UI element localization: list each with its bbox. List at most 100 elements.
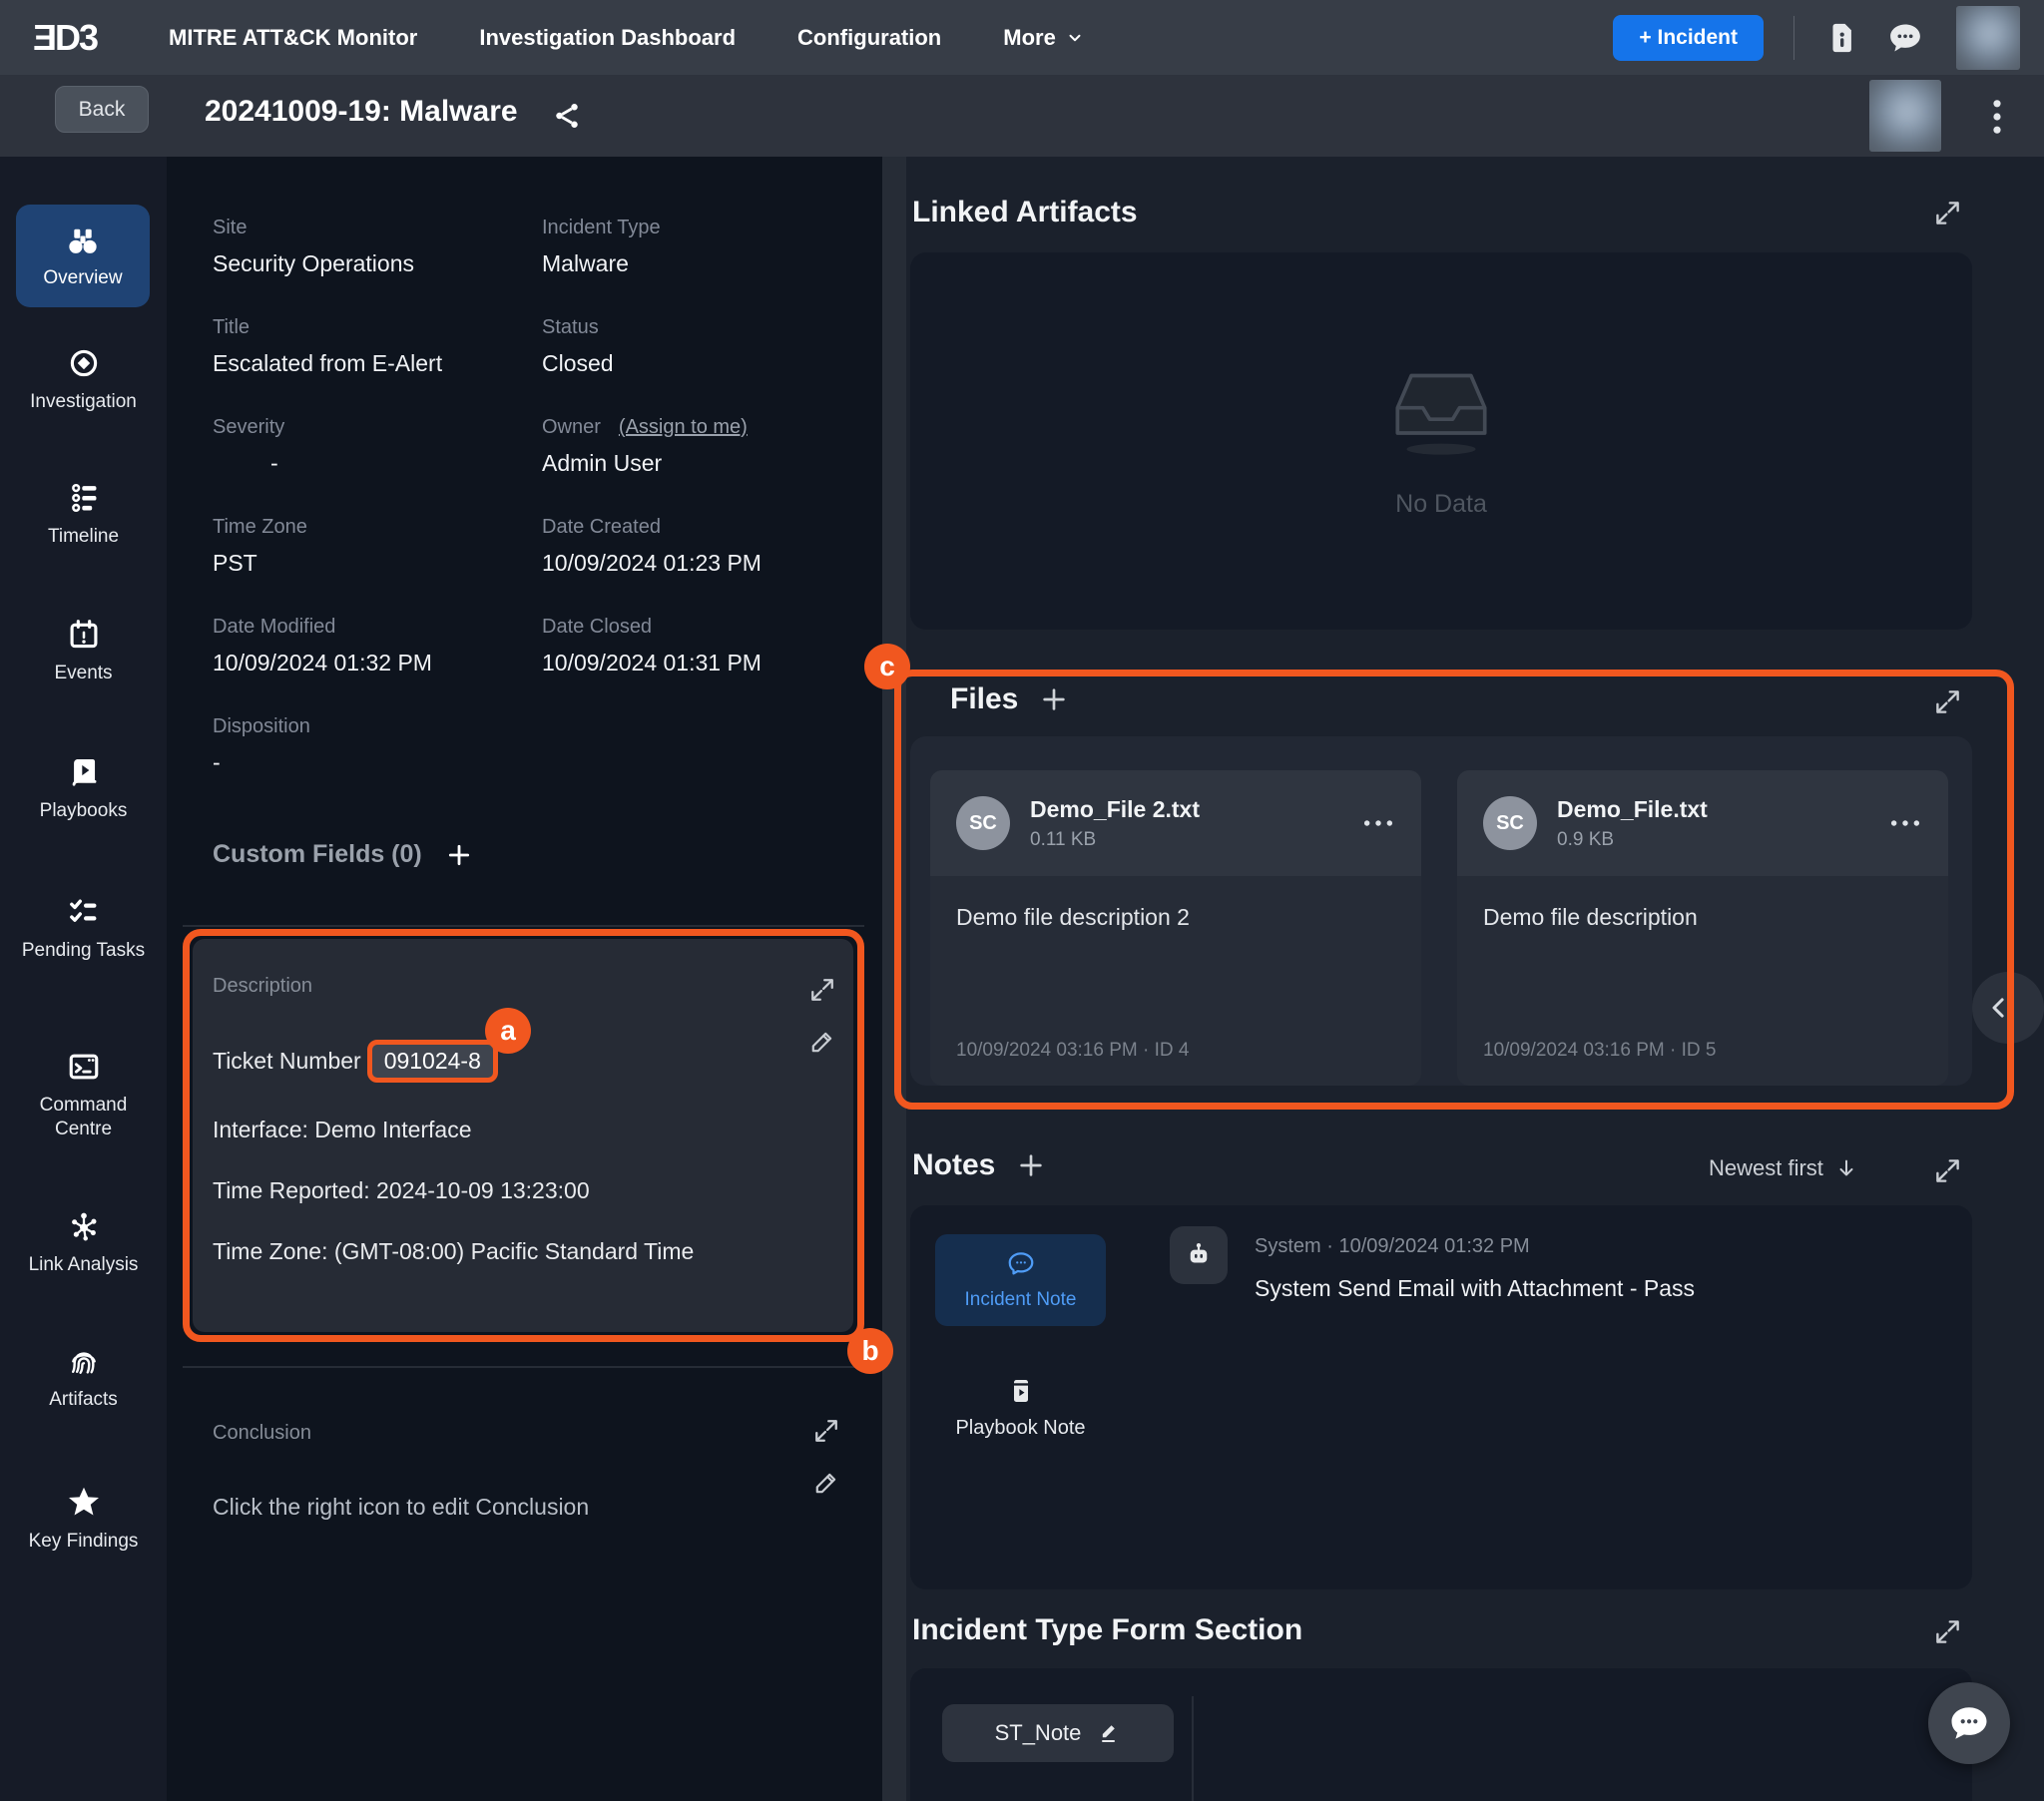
sidebar-item-pending-tasks[interactable]: Pending Tasks (0, 895, 167, 963)
arrow-down-icon (1835, 1157, 1857, 1179)
target-icon (67, 346, 101, 380)
conclusion-label: Conclusion (213, 1422, 311, 1445)
file-menu-icon[interactable] (1888, 816, 1922, 830)
sidebar-item-playbooks[interactable]: Playbooks (0, 755, 167, 823)
fingerprint-icon (67, 1344, 101, 1378)
description-edit-icon[interactable] (809, 1029, 835, 1055)
support-chat-fab[interactable] (1928, 1682, 2010, 1764)
incident-type-form-header: Incident Type Form Section (912, 1613, 1302, 1647)
more-options-kebab-icon[interactable] (1980, 99, 2014, 135)
file-avatar: SC (1483, 796, 1537, 850)
field-disposition: Disposition- (213, 715, 542, 815)
description-line: Interface: Demo Interface (213, 1117, 833, 1143)
owner-avatar[interactable] (1869, 80, 1941, 152)
ticket-number-line: Ticket Number 091024-8 (213, 1040, 833, 1083)
linked-artifacts-expand-icon[interactable] (1934, 200, 1961, 226)
sidebar-item-investigation[interactable]: Investigation (0, 346, 167, 414)
sidebar-item-key-findings[interactable]: Key Findings (0, 1484, 167, 1554)
field-severity: Severity- (213, 416, 542, 516)
empty-inbox-icon (1381, 364, 1501, 456)
field-date-modified: Date Modified10/09/2024 01:32 PM (213, 616, 542, 715)
top-nav-right: + Incident (1613, 6, 2020, 70)
file-card-header: SC Demo_File 2.txt 0.11 KB (930, 770, 1421, 876)
back-button[interactable]: Back (55, 86, 149, 133)
field-time-zone: Time ZonePST (213, 516, 542, 616)
notes-header: Notes (912, 1148, 1045, 1182)
chat-bubble-icon (1948, 1702, 1990, 1744)
system-note-avatar (1170, 1226, 1228, 1284)
timeline-icon (67, 481, 101, 515)
incident-overview-screen: ƎD3 MITRE ATT&CK Monitor Investigation D… (0, 0, 2044, 1801)
assign-to-me-link[interactable]: (Assign to me) (619, 416, 748, 439)
nav-item-mitre-attack-monitor[interactable]: MITRE ATT&CK Monitor (169, 25, 417, 51)
tab-playbook-note[interactable]: Playbook Note (935, 1377, 1106, 1440)
left-sidebar: Overview Investigation Timeline Events P… (0, 157, 167, 1801)
field-date-created: Date Created10/09/2024 01:23 PM (542, 516, 856, 616)
conclusion-expand-icon[interactable] (813, 1418, 839, 1444)
left-pane-scrollbar[interactable] (882, 157, 906, 1801)
release-notes-icon[interactable] (1824, 21, 1858, 55)
edit-underline-icon (1097, 1721, 1121, 1745)
field-date-closed: Date Closed10/09/2024 01:31 PM (542, 616, 856, 715)
chevron-left-icon (1984, 993, 2014, 1023)
description-label: Description (213, 975, 833, 998)
file-avatar: SC (956, 796, 1010, 850)
page-header: Back 20241009-19: Malware (0, 75, 2044, 157)
section-divider (183, 925, 864, 927)
file-description: Demo file description 2 (956, 904, 1395, 931)
field-title: TitleEscalated from E-Alert (213, 316, 542, 416)
linked-artifacts-header: Linked Artifacts (912, 196, 1138, 229)
incident-type-form-panel: ST_Note (910, 1668, 1972, 1801)
nav-item-investigation-dashboard[interactable]: Investigation Dashboard (479, 25, 736, 51)
top-nav-items: MITRE ATT&CK Monitor Investigation Dashb… (169, 25, 1084, 51)
description-expand-icon[interactable] (809, 977, 835, 1003)
st-note-button[interactable]: ST_Note (942, 1704, 1174, 1762)
files-expand-icon[interactable] (1934, 688, 1961, 715)
chat-icon[interactable] (1888, 21, 1922, 55)
incident-fields: SiteSecurity Operations Incident TypeMal… (213, 217, 856, 815)
nav-divider (1793, 16, 1794, 60)
incident-type-form-expand-icon[interactable] (1934, 1618, 1961, 1645)
checklist-icon (67, 895, 101, 929)
notes-sort-control[interactable]: Newest first (1709, 1155, 1857, 1181)
incident-details-pane: SiteSecurity Operations Incident TypeMal… (167, 157, 882, 1801)
d3-logo: ƎD3 (33, 17, 97, 59)
new-incident-button[interactable]: + Incident (1613, 15, 1764, 61)
conclusion-section: Conclusion Click the right icon to edit … (183, 1404, 864, 1703)
add-note-icon[interactable] (1017, 1151, 1045, 1179)
conclusion-placeholder: Click the right icon to edit Conclusion (213, 1494, 589, 1521)
file-card[interactable]: SC Demo_File 2.txt 0.11 KB Demo file des… (930, 770, 1421, 1086)
form-divider (1192, 1696, 1194, 1801)
no-data-text: No Data (1395, 490, 1487, 519)
user-avatar[interactable] (1956, 6, 2020, 70)
robot-icon (1183, 1239, 1215, 1271)
sidebar-item-overview[interactable]: Overview (16, 205, 150, 307)
sidebar-item-events[interactable]: Events (0, 618, 167, 685)
nav-item-configuration[interactable]: Configuration (797, 25, 941, 51)
note-text: System Send Email with Attachment - Pass (1255, 1275, 1695, 1302)
sidebar-item-link-analysis[interactable]: Link Analysis (0, 1209, 167, 1277)
custom-fields-header: Custom Fields (0) (213, 840, 472, 869)
files-header: Files (950, 682, 1068, 716)
add-custom-field-icon[interactable] (446, 842, 472, 868)
description-line: Time Reported: 2024-10-09 13:23:00 (213, 1177, 833, 1204)
share-icon[interactable] (552, 101, 582, 131)
sidebar-item-command-centre[interactable]: Command Centre (0, 1050, 167, 1141)
field-site: SiteSecurity Operations (213, 217, 542, 316)
notes-panel: Incident Note System · 10/09/2024 01:32 … (910, 1205, 1972, 1589)
chevron-down-icon (1066, 29, 1084, 47)
linked-artifacts-panel: No Data (910, 252, 1972, 630)
file-card[interactable]: SC Demo_File.txt 0.9 KB Demo file descri… (1457, 770, 1948, 1086)
file-card-header: SC Demo_File.txt 0.9 KB (1457, 770, 1948, 876)
top-nav: ƎD3 MITRE ATT&CK Monitor Investigation D… (0, 0, 2044, 75)
notes-expand-icon[interactable] (1934, 1157, 1961, 1184)
collapse-drawer-tab[interactable] (1972, 972, 2044, 1044)
conclusion-edit-icon[interactable] (813, 1470, 839, 1496)
add-file-icon[interactable] (1040, 685, 1068, 713)
sidebar-item-artifacts[interactable]: Artifacts (0, 1344, 167, 1412)
tab-incident-note[interactable]: Incident Note (935, 1234, 1106, 1326)
file-menu-icon[interactable] (1361, 816, 1395, 830)
binoculars-icon (65, 223, 101, 258)
nav-item-more[interactable]: More (1003, 25, 1084, 51)
sidebar-item-timeline[interactable]: Timeline (0, 481, 167, 549)
